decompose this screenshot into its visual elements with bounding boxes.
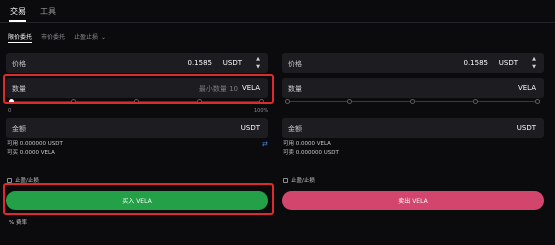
buy-quantity-label: 数量 (12, 85, 26, 93)
slider-max-label: 100% (254, 108, 269, 114)
buy-amount-unit: USDT (240, 124, 260, 132)
slider-mark-25[interactable] (71, 99, 76, 104)
sell-available: 可用 0.0000 VELA 可卖 0.000000 USDT (283, 140, 339, 158)
sell-panel: 价格 0.1585 USDT ▲ ▼ 数量 VELA 金额 USDT 可用 0.… (282, 0, 548, 245)
buy-percent-slider[interactable] (8, 97, 266, 105)
sell-tpsl-label: 止盈/止损 (291, 178, 315, 184)
buy-quantity-unit: VELA (241, 84, 260, 92)
sell-amount-field[interactable]: 金额 USDT (282, 118, 544, 138)
buy-tpsl-checkbox[interactable]: 止盈/止损 (7, 176, 39, 184)
sell-quantity-label: 数量 (288, 85, 302, 93)
buy-price-stepper[interactable]: ▲ ▼ (251, 56, 265, 70)
slider-handle[interactable] (285, 99, 290, 104)
buy-price-field[interactable]: 价格 0.1585 USDT ▲ ▼ (6, 53, 268, 73)
sell-available-vela: 可用 0.0000 VELA (283, 141, 331, 147)
sell-quantity-field[interactable]: 数量 VELA (282, 78, 544, 98)
buy-tpsl-label: 止盈/止损 (15, 178, 39, 184)
sell-price-field[interactable]: 价格 0.1585 USDT ▲ ▼ (282, 53, 544, 73)
buy-available: 可用 0.000000 USDT 可买 0.0000 VELA (7, 140, 63, 158)
buy-quantity-field[interactable]: 数量 最小数量 10 VELA (6, 78, 268, 98)
slider-mark-50[interactable] (410, 99, 415, 104)
sell-price-value: 0.1585 (463, 59, 489, 67)
sell-price-stepper[interactable]: ▲ ▼ (527, 56, 541, 70)
fee-rate[interactable]: % 费率 (9, 218, 27, 226)
slider-mark-75[interactable] (473, 99, 478, 104)
slider-mark-50[interactable] (134, 99, 139, 104)
percent-icon: % (9, 220, 15, 226)
buy-available-usdt: 可用 0.000000 USDT (7, 141, 63, 147)
slider-min-label: 0 (8, 108, 12, 114)
transfer-icon[interactable]: ⇄ (262, 140, 268, 148)
sell-amount-unit: USDT (516, 124, 536, 132)
sell-quantity-unit: VELA (517, 84, 536, 92)
buy-max-vela: 可买 0.0000 VELA (7, 150, 55, 156)
sell-amount-label: 金额 (288, 125, 302, 133)
buy-button[interactable]: 买入 VELA (6, 191, 268, 210)
sell-price-unit: USDT (498, 59, 518, 67)
slider-handle[interactable] (9, 99, 14, 104)
buy-panel: 价格 0.1585 USDT ▲ ▼ 数量 最小数量 10 VELA 0 100… (6, 0, 272, 245)
slider-mark-25[interactable] (347, 99, 352, 104)
slider-mark-100[interactable] (535, 99, 540, 104)
sell-max-usdt: 可卖 0.000000 USDT (283, 150, 339, 156)
caret-up-icon[interactable]: ▲ (256, 56, 260, 62)
checkbox-icon[interactable] (7, 177, 12, 183)
sell-price-label: 价格 (288, 60, 302, 68)
caret-down-icon[interactable]: ▼ (532, 64, 536, 70)
caret-up-icon[interactable]: ▲ (532, 56, 536, 62)
checkbox-icon[interactable] (283, 177, 288, 183)
sell-tpsl-checkbox[interactable]: 止盈/止损 (283, 176, 315, 184)
buy-price-label: 价格 (12, 60, 26, 68)
slider-mark-75[interactable] (197, 99, 202, 104)
buy-amount-label: 金额 (12, 125, 26, 133)
sell-percent-slider[interactable] (284, 97, 542, 105)
buy-quantity-placeholder: 最小数量 10 (198, 85, 238, 93)
buy-price-value: 0.1585 (187, 59, 213, 67)
buy-price-unit: USDT (222, 59, 242, 67)
fee-rate-label: 费率 (15, 220, 27, 226)
caret-down-icon[interactable]: ▼ (256, 64, 260, 70)
sell-button[interactable]: 卖出 VELA (282, 191, 544, 210)
buy-amount-field[interactable]: 金额 USDT (6, 118, 268, 138)
slider-mark-100[interactable] (259, 99, 264, 104)
